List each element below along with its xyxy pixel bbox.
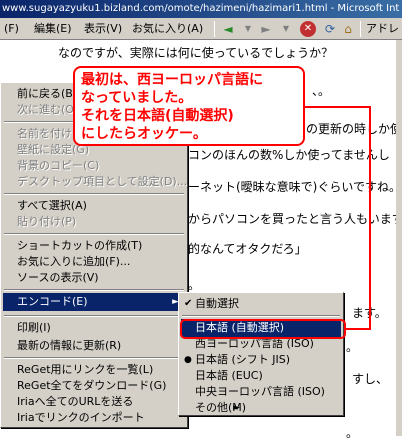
submenu-item-auto-select[interactable]: ✔ 自動選択 — [181, 295, 239, 313]
menu-divider — [4, 289, 184, 291]
content-line: 目的なんてオタクだろ」 — [176, 242, 307, 256]
content-line: 。 — [346, 426, 359, 440]
callout-line: それを日本語(自動選択) — [81, 108, 234, 124]
check-icon: ✔ — [184, 298, 193, 309]
menu-item-refresh[interactable]: 最新の情報に更新(R) — [3, 337, 121, 355]
stop-icon[interactable]: ✕ — [300, 21, 316, 37]
home-icon[interactable]: ⌂ — [340, 21, 356, 37]
content-line: の更新の時しか使 — [306, 122, 402, 136]
menu-bar: (F) 編集(E) 表示(V) お気に入り(A) ◄ ▼ ► ▼ ✕ ⟳ ⌂ ア… — [0, 18, 402, 40]
menu-item-iria-import[interactable]: Iriaでリンクのインポート — [3, 409, 145, 427]
forward-icon[interactable]: ► — [258, 21, 274, 37]
menu-item-paste[interactable]: 貼り付け(P) — [3, 213, 76, 231]
menu-item-set-desktop-item[interactable]: デスクトップ項目として設定(D)... — [3, 173, 187, 191]
chevron-down-icon[interactable]: ▼ — [240, 21, 256, 37]
content-line: なのですが、実際には何に使っているでしょうか？ — [58, 46, 334, 60]
content-line: すし、 — [352, 372, 389, 386]
menu-item-forward[interactable]: 次に進む(O) — [3, 101, 78, 119]
encoding-submenu: ✔ 自動選択 日本語 (自動選択) 西ヨーロッパ言語 (ISO) ● 日本語 (… — [178, 292, 344, 416]
back-icon[interactable]: ◄ — [220, 21, 236, 37]
refresh-icon[interactable]: ⟳ — [322, 21, 338, 37]
menu-divider — [4, 357, 184, 359]
menu-view[interactable]: 表示(V) — [84, 18, 122, 39]
callout-line: なっていました。 — [81, 90, 193, 106]
submenu-item-label: 自動選択 — [195, 297, 239, 310]
menu-item-encoding[interactable]: エンコード(E) ► — [3, 293, 185, 311]
menu-edit[interactable]: 編集(E) — [34, 18, 72, 39]
menu-file[interactable]: (F) — [4, 18, 19, 39]
window-title: www.sugayazyuku1.bizland.com/omote/hazim… — [0, 0, 402, 18]
menu-divider — [4, 233, 184, 235]
pointer-line — [304, 106, 370, 108]
callout-line: 最初は、西ヨーロッパ言語に — [81, 72, 263, 88]
vertical-scrollbar[interactable] — [396, 40, 402, 436]
submenu-item-label: 日本語 (シフト JIS) — [195, 353, 291, 366]
pointer-line — [369, 106, 371, 330]
pointer-line — [346, 328, 371, 330]
chevron-down-icon[interactable]: ▼ — [278, 21, 294, 37]
menu-favorites[interactable]: お気に入り(A) — [132, 18, 203, 39]
content-line: 。 — [346, 340, 359, 354]
toolbar-separator — [360, 21, 361, 37]
highlight-box — [180, 319, 346, 339]
menu-divider — [4, 193, 184, 195]
callout-line: にしたらオッケー。 — [81, 126, 207, 142]
submenu-item-other[interactable]: その他(M) ► — [181, 399, 246, 417]
content-line: ターネット(曖昧な意味で)ぐらいですね。 — [176, 180, 402, 194]
menu-divider — [182, 315, 340, 317]
address-label: アドレ — [366, 22, 399, 35]
content-line: ソコンのほんの数%しか使ってませんし — [176, 148, 390, 162]
menu-item-view-source[interactable]: ソースの表示(V) — [3, 269, 99, 287]
menu-item-print[interactable]: 印刷(I) — [3, 319, 51, 337]
chevron-right-icon: ► — [233, 403, 241, 413]
menu-divider — [4, 315, 184, 317]
toolbar-separator — [214, 21, 215, 37]
annotation-callout: 最初は、西ヨーロッパ言語に なっていました。 それを日本語(自動選択) にしたら… — [73, 66, 305, 146]
menu-item-encoding-label: エンコード(E) — [17, 295, 88, 308]
